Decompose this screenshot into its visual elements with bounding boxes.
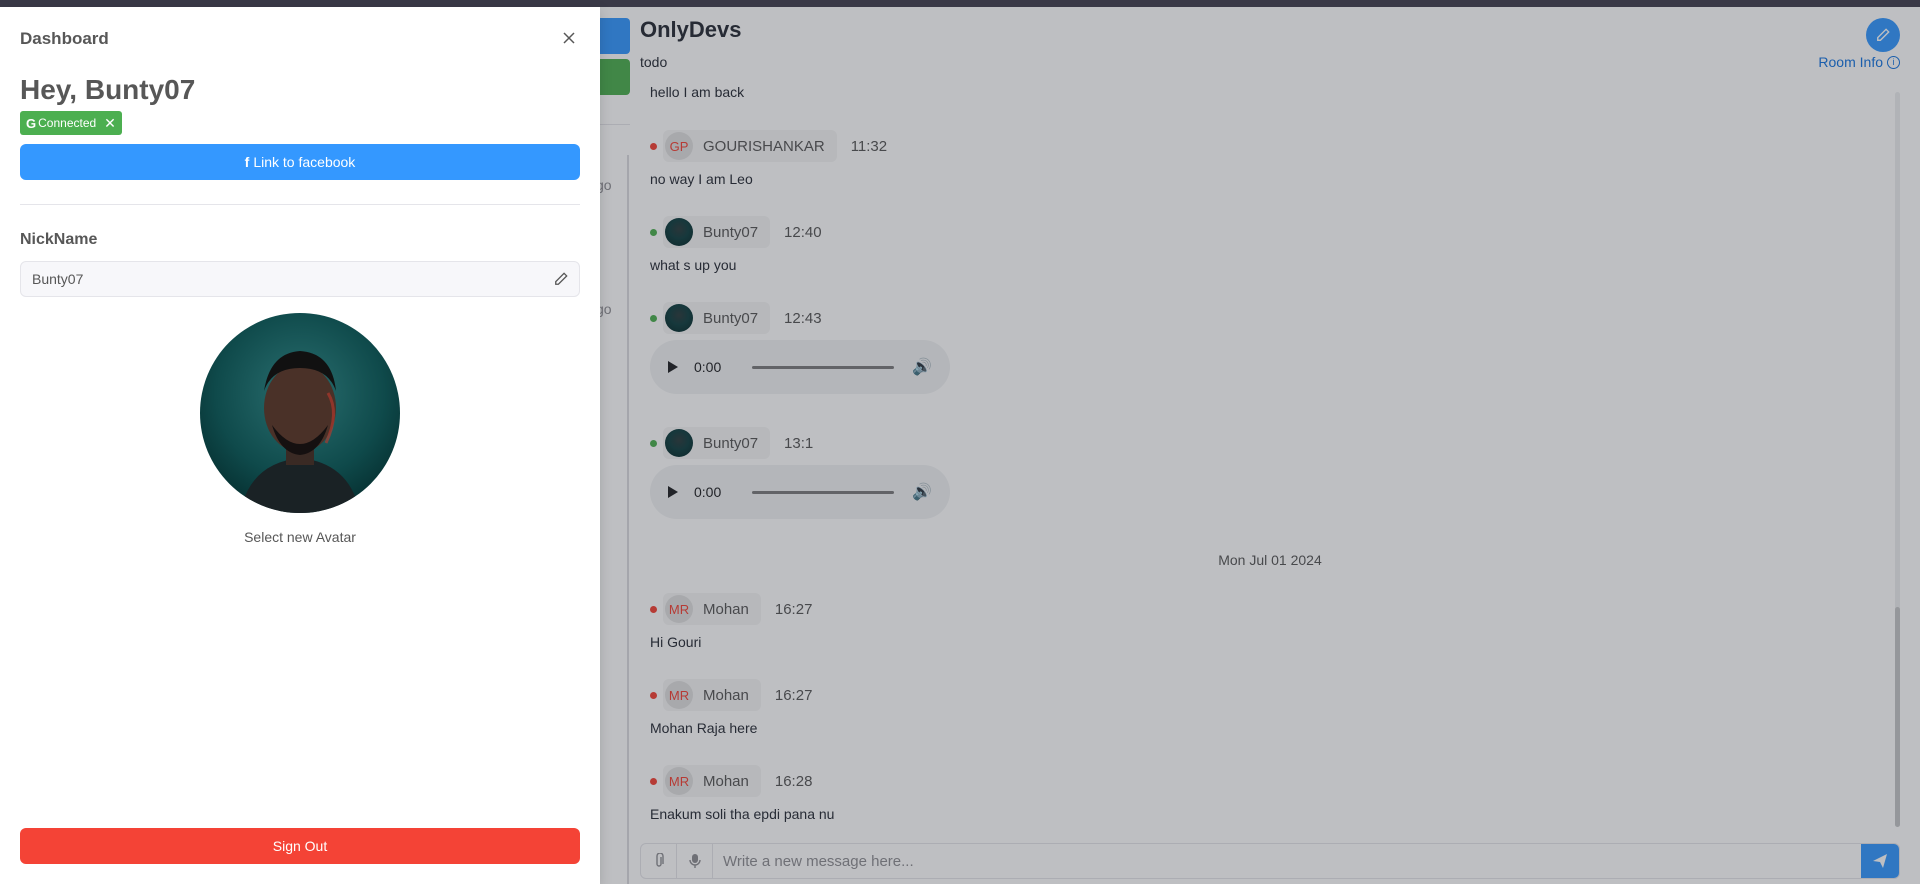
profile-avatar[interactable] (200, 313, 400, 513)
link-facebook-button[interactable]: f Link to facebook (20, 144, 580, 180)
disconnect-icon[interactable]: ✕ (104, 115, 116, 132)
close-drawer-button[interactable] (560, 29, 578, 47)
divider (20, 204, 580, 205)
facebook-button-label: Link to facebook (253, 154, 356, 170)
edit-nickname-button[interactable] (543, 262, 579, 296)
profile-photo (200, 313, 400, 513)
greeting-heading: Hey, Bunty07 (20, 74, 196, 105)
dashboard-drawer: Dashboard Hey, Bunty07 G Connected ✕ f L… (0, 7, 600, 884)
facebook-icon: f (244, 154, 250, 170)
nickname-input[interactable] (21, 271, 543, 287)
pencil-icon (555, 272, 568, 285)
drawer-title: Dashboard (20, 29, 109, 48)
google-connected-tag: G Connected ✕ (20, 111, 122, 135)
connected-label: Connected (38, 116, 97, 130)
select-avatar-button[interactable]: Select new Avatar (0, 529, 600, 545)
sign-out-button[interactable]: Sign Out (20, 828, 580, 864)
close-icon (563, 32, 575, 44)
nickname-field (20, 261, 580, 297)
google-icon: G (26, 115, 37, 131)
nickname-label: NickName (20, 231, 98, 248)
